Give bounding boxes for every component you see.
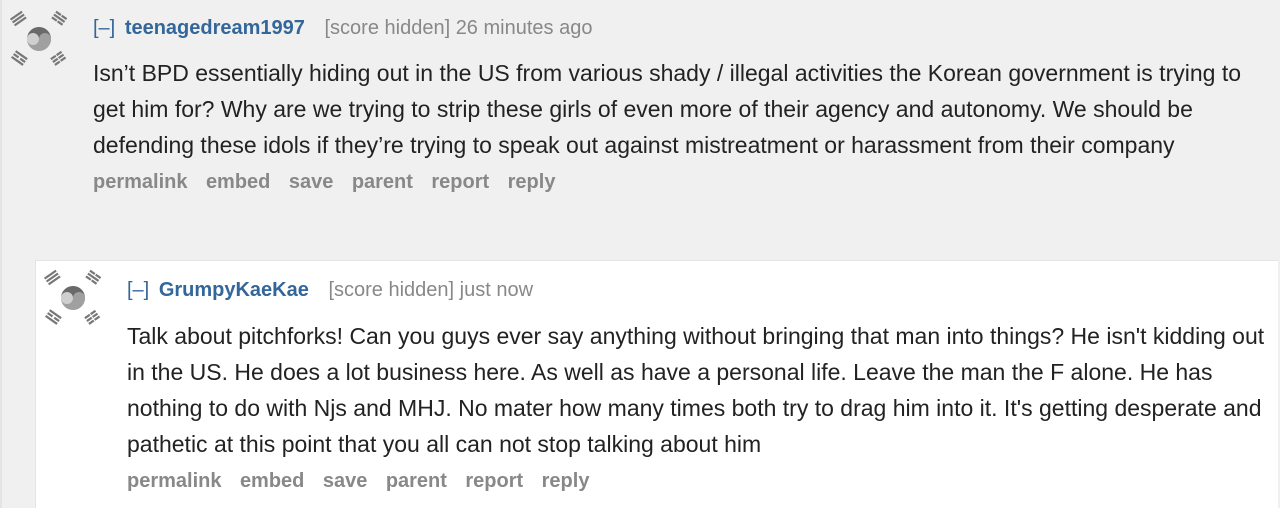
comment-body: [–] teenagedream1997 [score hidden] 26 m… (93, 14, 1280, 194)
reply-button[interactable]: reply (542, 470, 590, 492)
timestamp: 26 minutes ago (455, 17, 593, 39)
avatar-icon (8, 8, 70, 70)
save-button[interactable]: save (323, 470, 368, 492)
comment-actions: permalink embed save parent report reply (93, 171, 1280, 194)
timestamp: just now (459, 279, 534, 301)
parent-button[interactable]: parent (352, 171, 413, 193)
comment-text: Talk about pitchforks! Can you guys ever… (127, 323, 1265, 457)
parent-button[interactable]: parent (386, 470, 447, 492)
comment-tagline: [–] teenagedream1997 [score hidden] 26 m… (93, 14, 1280, 42)
comment-actions: permalink embed save parent report reply (127, 470, 1278, 493)
comment-teenagedream1997: [–] teenagedream1997 [score hidden] 26 m… (2, 0, 1280, 194)
permalink-button[interactable]: permalink (127, 470, 221, 492)
embed-button[interactable]: embed (206, 171, 270, 193)
save-button[interactable]: save (289, 171, 334, 193)
comment-grumpykaekae: [–] GrumpyKaeKae [score hidden] just now… (36, 261, 1278, 493)
permalink-button[interactable]: permalink (93, 171, 187, 193)
collapse-toggle[interactable]: [–] (93, 17, 115, 39)
comment-thread: [–] teenagedream1997 [score hidden] 26 m… (0, 0, 1280, 508)
embed-button[interactable]: embed (240, 470, 304, 492)
comment-text: Isn’t BPD essentially hiding out in the … (93, 60, 1242, 158)
comment-tagline: [–] GrumpyKaeKae [score hidden] just now (127, 276, 1278, 304)
score-label: [score hidden] (328, 279, 455, 301)
child-comment-container: [–] GrumpyKaeKae [score hidden] just now… (35, 260, 1278, 508)
collapse-toggle[interactable]: [–] (127, 279, 149, 301)
author-link[interactable]: GrumpyKaeKae (159, 279, 309, 301)
score-label: [score hidden] (324, 17, 451, 39)
report-button[interactable]: report (431, 171, 489, 193)
avatar-icon (42, 267, 104, 329)
reply-button[interactable]: reply (508, 171, 556, 193)
comment-body: [–] GrumpyKaeKae [score hidden] just now… (127, 276, 1278, 493)
author-link[interactable]: teenagedream1997 (125, 17, 305, 39)
report-button[interactable]: report (465, 470, 523, 492)
